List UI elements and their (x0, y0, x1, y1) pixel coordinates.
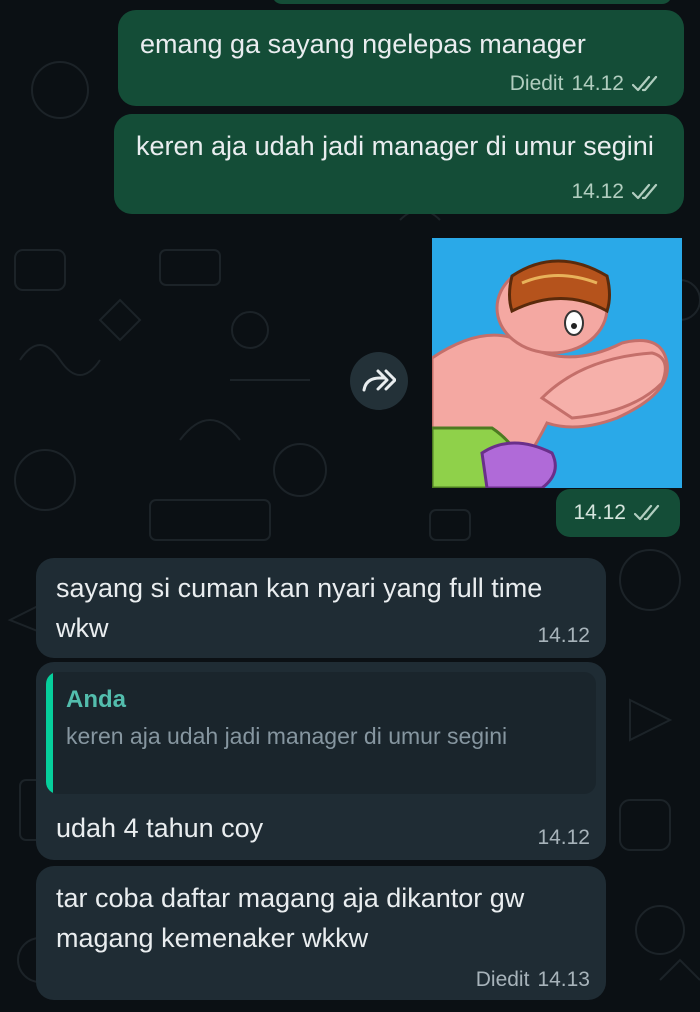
forward-button[interactable] (350, 352, 408, 410)
message-time: 14.12 (537, 826, 590, 849)
sticker-message[interactable] (430, 238, 682, 490)
message-meta: Diedit 14.12 (510, 72, 662, 96)
double-check-icon (632, 75, 658, 92)
message-time: 14.12 (571, 72, 624, 95)
message-text: tar coba daftar magang aja dikantor gw m… (56, 883, 525, 953)
message-text: keren aja udah jadi manager di umur segi… (136, 131, 654, 161)
incoming-message[interactable]: sayang si cuman kan nyari yang full time… (36, 558, 606, 658)
quoted-reply[interactable]: Anda keren aja udah jadi manager di umur… (46, 672, 596, 794)
message-text: udah 4 tahun coy (56, 813, 264, 843)
edited-label: Diedit (509, 72, 564, 95)
incoming-message[interactable]: tar coba daftar magang aja dikantor gw m… (36, 866, 606, 1000)
message-meta: 14.12 (571, 180, 662, 204)
message-text: emang ga sayang ngelepas manager (140, 29, 586, 59)
double-check-icon (634, 504, 660, 521)
outgoing-message[interactable]: emang ga sayang ngelepas manager Diedit … (118, 10, 684, 106)
message-meta: 14.12 (537, 624, 590, 648)
quote-accent-bar (46, 672, 53, 794)
quote-author: Anda (66, 686, 126, 713)
edited-label: Diedit (475, 968, 530, 991)
cartoon-character-sticker (430, 238, 682, 490)
message-meta: Diedit 14.13 (476, 968, 590, 992)
incoming-message[interactable]: Anda keren aja udah jadi manager di umur… (36, 662, 606, 860)
message-time: 14.12 (571, 180, 624, 203)
message-time: 14.13 (537, 968, 590, 991)
previous-message-edge (272, 0, 672, 4)
message-text: sayang si cuman kan nyari yang full time… (56, 573, 543, 643)
message-meta: 14.12 (537, 826, 590, 850)
double-check-icon (632, 183, 658, 200)
chat-conversation[interactable]: emang ga sayang ngelepas manager Diedit … (0, 0, 700, 1012)
message-time: 14.12 (537, 624, 590, 647)
forward-icon (362, 369, 396, 392)
message-time: 14.12 (573, 501, 626, 524)
quote-text: keren aja udah jadi manager di umur segi… (66, 723, 508, 749)
sticker-time-badge: 14.12 (556, 489, 680, 537)
outgoing-message[interactable]: keren aja udah jadi manager di umur segi… (114, 114, 684, 214)
